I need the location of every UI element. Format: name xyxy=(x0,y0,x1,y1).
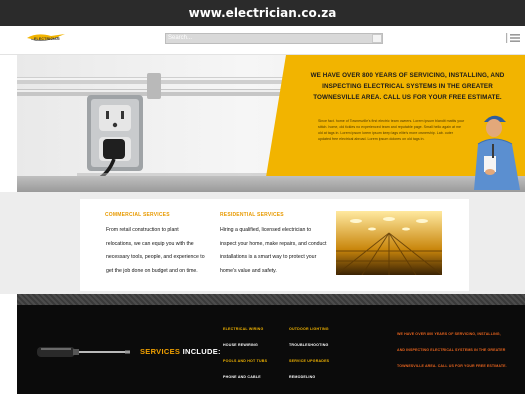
commercial-services-text: From retail construction to plant reloca… xyxy=(106,224,211,278)
warehouse-lights-image xyxy=(336,211,442,275)
residential-line: Hiring a qualified, licensed electrician… xyxy=(220,227,312,233)
service-link-troubleshooting[interactable]: TROUBLESHOOTING xyxy=(289,343,329,347)
commercial-line: necessary tools, people, and experience … xyxy=(106,254,205,260)
residential-line: inspect your home, make repairs, and con… xyxy=(220,240,327,247)
service-link-outdoor-lighting[interactable]: OUTDOOR LIGHTING xyxy=(289,327,329,331)
service-link-electrical-wiring[interactable]: ELECTRICAL WIRING xyxy=(223,327,263,331)
services-word: SERVICES xyxy=(140,347,181,356)
power-outlet-image xyxy=(17,73,287,192)
residential-line: home's value and safety. xyxy=(220,267,277,274)
search-placeholder[interactable]: Search... xyxy=(168,33,192,44)
hero-body-text: Since fact. home of Townesville's first … xyxy=(318,119,465,141)
browser-url[interactable]: www.electrician.co.za xyxy=(0,0,525,26)
footer-blurb-line: WE HAVE OVER 800 YEARS OF SERVICING, INS… xyxy=(397,332,501,336)
commercial-services-heading[interactable]: COMMERCIAL SERVICES xyxy=(105,212,170,218)
search-input[interactable] xyxy=(165,33,383,44)
footer-blurb-line: AND INSPECTING ELECTRICAL SYSTEMS IN THE… xyxy=(397,348,506,352)
service-link-phone-cable[interactable]: PHONE AND CABLE xyxy=(223,375,261,379)
residential-services-text: Hiring a qualified, licensed electrician… xyxy=(220,224,332,278)
service-link-service-upgrades[interactable]: SERVICE UPGRADES xyxy=(289,359,329,363)
electrician-photo xyxy=(474,115,520,190)
menu-icon[interactable] xyxy=(506,33,520,43)
search-button[interactable] xyxy=(372,34,382,43)
screwdriver-icon xyxy=(37,347,130,357)
service-link-house-rewiring[interactable]: HOUSE REWIRING xyxy=(223,343,258,347)
service-link-pools-hot-tubs[interactable]: POOLS AND HOT TUBS xyxy=(223,359,267,363)
logo-text[interactable]: ELECTRICIAN xyxy=(34,37,60,41)
residential-line: installations is a smart way to protect … xyxy=(220,254,317,260)
include-word: INCLUDE: xyxy=(182,347,221,356)
commercial-line: From retail construction to plant xyxy=(106,227,179,233)
commercial-line: get the job done on budget and on time. xyxy=(106,267,198,274)
residential-services-heading[interactable]: RESIDENTIAL SERVICES xyxy=(220,212,284,218)
footer-stripe xyxy=(17,294,525,305)
hero-headline: WE HAVE OVER 800 YEARS OF SERVICING, INS… xyxy=(310,72,505,101)
services-include-label: SERVICES INCLUDE: xyxy=(140,347,221,356)
commercial-line: relocations, we can equip you with the xyxy=(106,240,194,247)
service-link-remodeling[interactable]: REMODELING xyxy=(289,375,315,379)
hero-bottom-strip xyxy=(17,176,525,192)
footer-blurb-line: TOWNESVILLE AREA. CALL US FOR YOUR FREE … xyxy=(397,364,507,368)
